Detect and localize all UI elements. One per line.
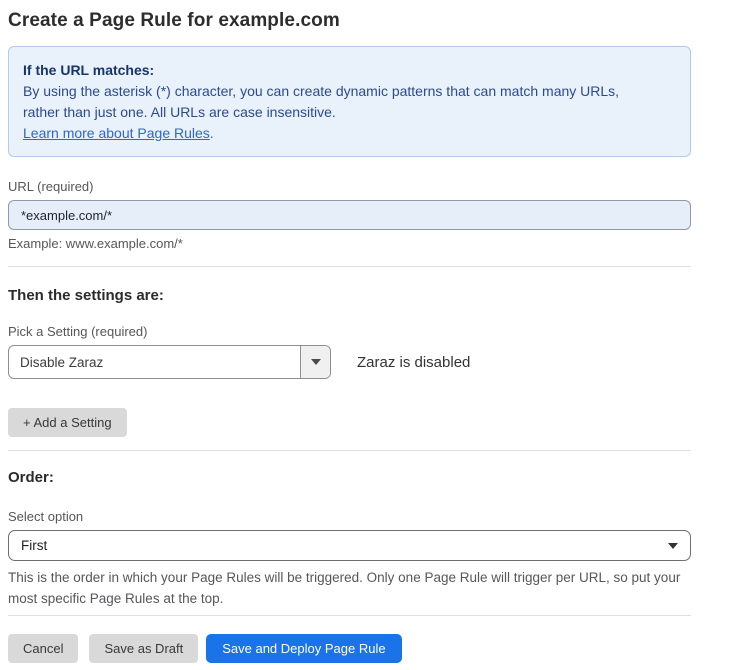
cancel-button[interactable]: Cancel <box>8 634 78 663</box>
order-select[interactable]: First <box>8 530 691 561</box>
order-select-value: First <box>21 538 668 553</box>
url-field-label: URL (required) <box>8 179 691 194</box>
form-actions: Cancel Save as Draft Save and Deploy Pag… <box>8 634 691 663</box>
settings-section-heading: Then the settings are: <box>8 287 691 304</box>
caret-down-icon <box>668 543 678 549</box>
divider <box>8 450 691 451</box>
order-section-heading: Order: <box>8 469 691 486</box>
setting-select[interactable]: Disable Zaraz <box>8 345 331 379</box>
pick-setting-label: Pick a Setting (required) <box>8 324 691 339</box>
save-as-draft-button[interactable]: Save as Draft <box>89 634 198 663</box>
info-box-heading: If the URL matches: <box>23 60 674 81</box>
caret-down-icon <box>311 359 321 365</box>
divider <box>8 615 691 616</box>
url-example-text: Example: www.example.com/* <box>8 236 691 251</box>
learn-more-link[interactable]: Learn more about Page Rules <box>23 125 210 141</box>
setting-select-value: Disable Zaraz <box>9 346 300 378</box>
url-match-info-box: If the URL matches: By using the asteris… <box>8 46 691 157</box>
order-select-label: Select option <box>8 509 691 524</box>
info-link-line: Learn more about Page Rules. <box>23 123 674 144</box>
divider <box>8 266 691 267</box>
link-period: . <box>210 125 214 141</box>
setting-status-text: Zaraz is disabled <box>357 354 470 371</box>
setting-select-arrow-button[interactable] <box>300 346 330 378</box>
save-and-deploy-button[interactable]: Save and Deploy Page Rule <box>206 634 401 663</box>
add-setting-button[interactable]: + Add a Setting <box>8 408 127 437</box>
order-help-text: This is the order in which your Page Rul… <box>8 567 688 609</box>
url-input[interactable] <box>8 200 691 230</box>
page-title: Create a Page Rule for example.com <box>8 10 691 32</box>
page-rule-form: Create a Page Rule for example.com If th… <box>0 0 691 663</box>
setting-row: Disable Zaraz Zaraz is disabled <box>8 345 691 379</box>
info-box-body: By using the asterisk (*) character, you… <box>23 81 653 123</box>
